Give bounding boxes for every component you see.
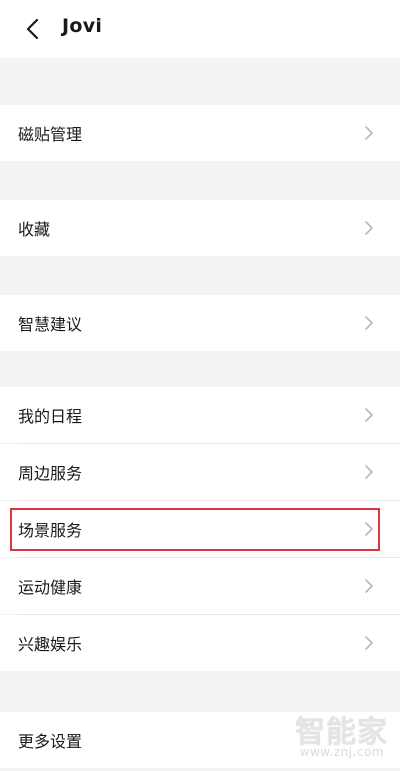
menu-item-label: 运动健康 [18,578,83,597]
menu-item-label: 场景服务 [18,521,83,540]
chevron-right-icon [365,126,373,140]
chevron-right-icon [365,522,373,536]
header-bar: Jovi [0,0,400,58]
menu-item-more-settings[interactable]: 更多设置 [0,712,400,768]
menu-item-label: 智慧建议 [18,315,83,334]
chevron-right-icon [365,221,373,235]
chevron-right-icon [365,316,373,330]
menu-item-fitness-health[interactable]: 运动健康 [0,558,400,614]
menu-item-label: 收藏 [18,220,51,239]
menu-item-scene-services[interactable]: 场景服务 [0,501,400,557]
menu-item-tile-management[interactable]: 磁贴管理 [0,105,400,161]
menu-item-favorites[interactable]: 收藏 [0,200,400,256]
menu-item-label: 我的日程 [18,407,83,426]
chevron-right-icon [365,408,373,422]
menu-item-label: 磁贴管理 [18,125,83,144]
menu-item-nearby-services[interactable]: 周边服务 [0,444,400,500]
chevron-right-icon [365,579,373,593]
menu-item-label: 兴趣娱乐 [18,635,83,654]
chevron-right-icon [365,636,373,650]
menu-item-smart-suggestions[interactable]: 智慧建议 [0,295,400,351]
menu-item-my-schedule[interactable]: 我的日程 [0,387,400,443]
menu-item-label: 周边服务 [18,464,83,483]
page-title: Jovi [62,15,103,37]
menu-item-label: 更多设置 [18,732,83,751]
menu-item-interest-entertainment[interactable]: 兴趣娱乐 [0,615,400,671]
back-button[interactable] [12,14,52,44]
back-arrow-icon [26,18,39,40]
chevron-right-icon [365,465,373,479]
